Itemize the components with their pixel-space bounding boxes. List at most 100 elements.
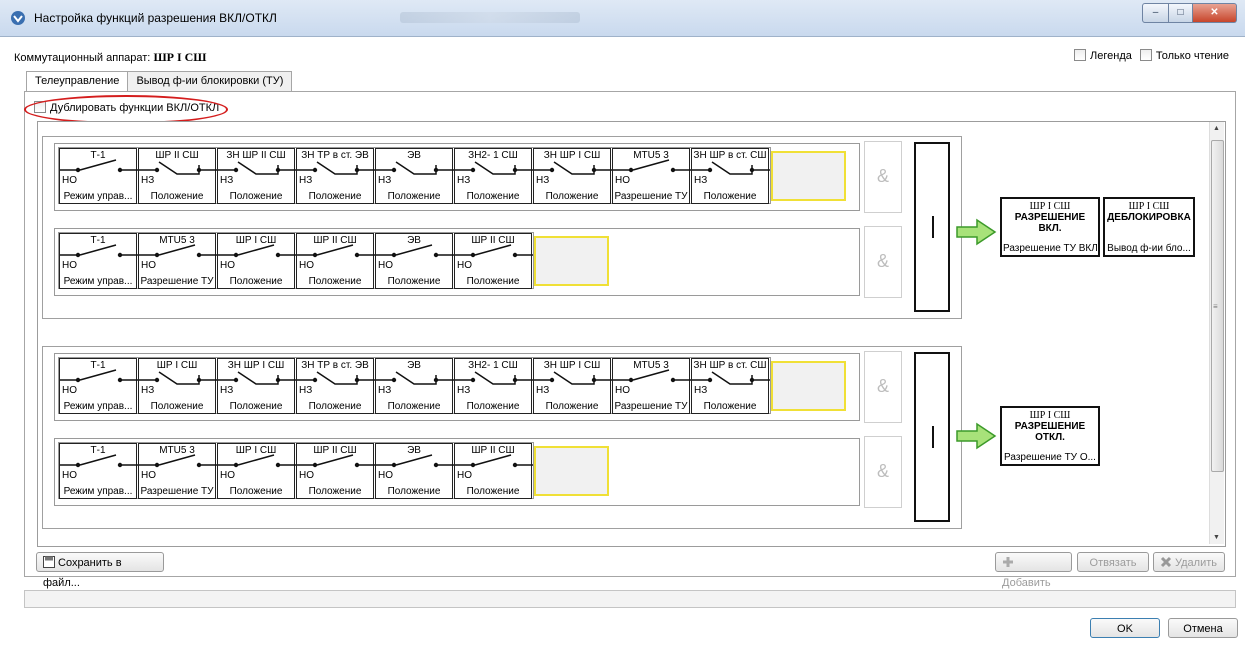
switch-block[interactable]: ЗН ШР I СШ НЗ Положение (533, 358, 612, 414)
switch-type: НО (457, 470, 472, 481)
output-desc: Вывод ф-ии бло... (1107, 243, 1191, 254)
delete-label: Удалить (1175, 557, 1217, 569)
or-bar (932, 216, 934, 238)
switch-block[interactable]: ЗН2- 1 СШ НЗ Положение (454, 358, 533, 414)
switch-type: НЗ (220, 385, 234, 396)
switch-block[interactable]: ШР I СШ НО Положение (217, 233, 296, 289)
switch-desc: Разрешение ТУ (140, 486, 214, 497)
switch-block[interactable]: ЗН ШР II СШ НЗ Положение (217, 148, 296, 204)
readonly-checkbox[interactable]: Только чтение (1139, 49, 1229, 62)
highlight-ellipse (24, 95, 228, 124)
switch-block[interactable]: ЭВ НЗ Положение (375, 148, 454, 204)
switch-type: НЗ (457, 175, 471, 186)
scroll-up-arrow[interactable]: ▲ (1213, 125, 1220, 132)
window-title: Настройка функций разрешения ВКЛ/ОТКЛ (34, 11, 277, 25)
status-bar (24, 590, 1236, 608)
output-title: ДЕБЛОКИРОВКА (1107, 212, 1191, 223)
switch-chain: Т-1 НО Режим управ... MTU5 3 НО Разрешение ТУ… (58, 232, 534, 289)
switch-type: НО (378, 260, 393, 271)
switch-block[interactable]: MTU5 3 НО Разрешение ТУ (138, 443, 217, 499)
delete-x-icon (1160, 556, 1172, 568)
floppy-icon (43, 556, 55, 568)
switch-desc: Положение (466, 401, 520, 412)
legend-checkbox-box[interactable] (1074, 49, 1087, 61)
switch-block[interactable]: ШР I СШ НЗ Положение (138, 358, 217, 414)
switch-type: НЗ (141, 175, 155, 186)
switch-block[interactable]: Т-1 НО Режим управ... (59, 443, 138, 499)
switch-block[interactable]: ЭВ НО Положение (375, 233, 454, 289)
switch-block[interactable]: ШР II СШ НО Положение (296, 443, 375, 499)
switch-desc: Положение (308, 191, 362, 202)
switch-block[interactable]: MTU5 3 НО Разрешение ТУ (612, 358, 691, 414)
output-desc: Разрешение ТУ О... (1004, 452, 1096, 463)
switch-chain: Т-1 НО Режим управ... ШР II СШ НЗ Положение ЗН… (58, 147, 771, 204)
switch-block[interactable]: ШР II СШ НО Положение (454, 233, 533, 289)
switch-desc: Положение (387, 191, 441, 202)
tab-blocking-output[interactable]: Вывод ф-ии блокировки (ТУ) (127, 71, 293, 91)
delete-button[interactable]: Удалить (1153, 552, 1225, 572)
cancel-button[interactable]: Отмена (1168, 618, 1238, 638)
legend-checkbox[interactable]: Легенда (1074, 49, 1132, 62)
vertical-scrollbar[interactable]: ▲ ≡ ▼ (1209, 122, 1224, 544)
switch-type: НО (62, 260, 77, 271)
switch-type: НЗ (536, 175, 550, 186)
switch-type: НО (615, 175, 630, 186)
tab-telecontrol[interactable]: Телеуправление (26, 71, 129, 91)
empty-slot[interactable] (534, 236, 609, 286)
switch-block[interactable]: ШР II СШ НО Положение (296, 233, 375, 289)
switch-block[interactable]: Т-1 НО Режим управ... (59, 358, 138, 414)
switch-block[interactable]: ШР II СШ НЗ Положение (138, 148, 217, 204)
empty-slot[interactable] (534, 446, 609, 496)
switch-block[interactable]: ЗН ШР I СШ НЗ Положение (217, 358, 296, 414)
switch-desc: Положение (387, 276, 441, 287)
switch-block[interactable]: ШР II СШ НО Положение (454, 443, 533, 499)
and-gate: & (864, 141, 902, 213)
unlink-button[interactable]: Отвязать (1077, 552, 1149, 572)
switch-block[interactable]: ЗН ТР в ст. ЭВ НЗ Положение (296, 148, 375, 204)
switch-block[interactable]: ЭВ НЗ Положение (375, 358, 454, 414)
switch-type: НО (457, 260, 472, 271)
output-desc: Разрешение ТУ ВКЛ (1003, 243, 1097, 254)
scroll-down-arrow[interactable]: ▼ (1213, 534, 1220, 541)
empty-slot[interactable] (771, 151, 846, 201)
switch-block[interactable]: MTU5 3 НО Разрешение ТУ (138, 233, 217, 289)
switch-block[interactable]: ЗН ШР I СШ НЗ Положение (533, 148, 612, 204)
switch-desc: Положение (387, 486, 441, 497)
switch-block[interactable]: ЭВ НО Положение (375, 443, 454, 499)
switch-type: НО (299, 470, 314, 481)
switch-block[interactable]: ЗН ШР в ст. СШ НЗ Положение (691, 148, 770, 204)
switch-type: НО (141, 470, 156, 481)
switch-chain: Т-1 НО Режим управ... ШР I СШ НЗ Положение ЗН … (58, 357, 771, 414)
switch-block[interactable]: ШР I СШ НО Положение (217, 443, 296, 499)
switch-block[interactable]: Т-1 НО Режим управ... (59, 233, 138, 289)
switch-type: НО (62, 175, 77, 186)
add-button[interactable]: Добавить (995, 552, 1072, 589)
minimize-button[interactable]: – (1142, 3, 1169, 23)
green-arrow-icon (956, 218, 997, 246)
output-block[interactable]: ШР I СШ РАЗРЕШЕНИЕ ВКЛ. Разрешение ТУ ВКЛ (1000, 197, 1100, 257)
switch-desc: Режим управ... (63, 401, 133, 412)
condition-row: Т-1 НО Режим управ... MTU5 3 НО Разрешение ТУ… (54, 228, 860, 296)
switch-block[interactable]: MTU5 3 НО Разрешение ТУ (612, 148, 691, 204)
readonly-checkbox-box[interactable] (1139, 49, 1152, 61)
switch-type: НЗ (694, 385, 708, 396)
switch-block[interactable]: ЗН ТР в ст. ЭВ НЗ Положение (296, 358, 375, 414)
and-gate: & (864, 351, 902, 423)
maximize-button[interactable]: □ (1169, 3, 1193, 23)
switch-block[interactable]: ЗН2- 1 СШ НЗ Положение (454, 148, 533, 204)
ok-button[interactable]: OK (1090, 618, 1160, 638)
output-block[interactable]: ШР I СШ РАЗРЕШЕНИЕ ОТКЛ. Разрешение ТУ О..… (1000, 406, 1100, 466)
title-bar: Настройка функций разрешения ВКЛ/ОТКЛ – … (0, 0, 1245, 37)
empty-slot[interactable] (771, 361, 846, 411)
switch-desc: Положение (308, 486, 362, 497)
device-label: Коммутационный аппарат: ШР I СШ (14, 50, 206, 65)
close-button[interactable]: ✕ (1193, 3, 1237, 23)
or-gate (914, 352, 950, 522)
switch-desc: Режим управ... (63, 276, 133, 287)
save-to-file-button[interactable]: Сохранить в файл... (36, 552, 164, 589)
switch-block[interactable]: ЗН ШР в ст. СШ НЗ Положение (691, 358, 770, 414)
switch-desc: Положение (150, 401, 204, 412)
switch-type: НЗ (378, 385, 392, 396)
output-block[interactable]: ШР I СШ ДЕБЛОКИРОВКА Вывод ф-ии бло... (1103, 197, 1195, 257)
switch-block[interactable]: Т-1 НО Режим управ... (59, 148, 138, 204)
